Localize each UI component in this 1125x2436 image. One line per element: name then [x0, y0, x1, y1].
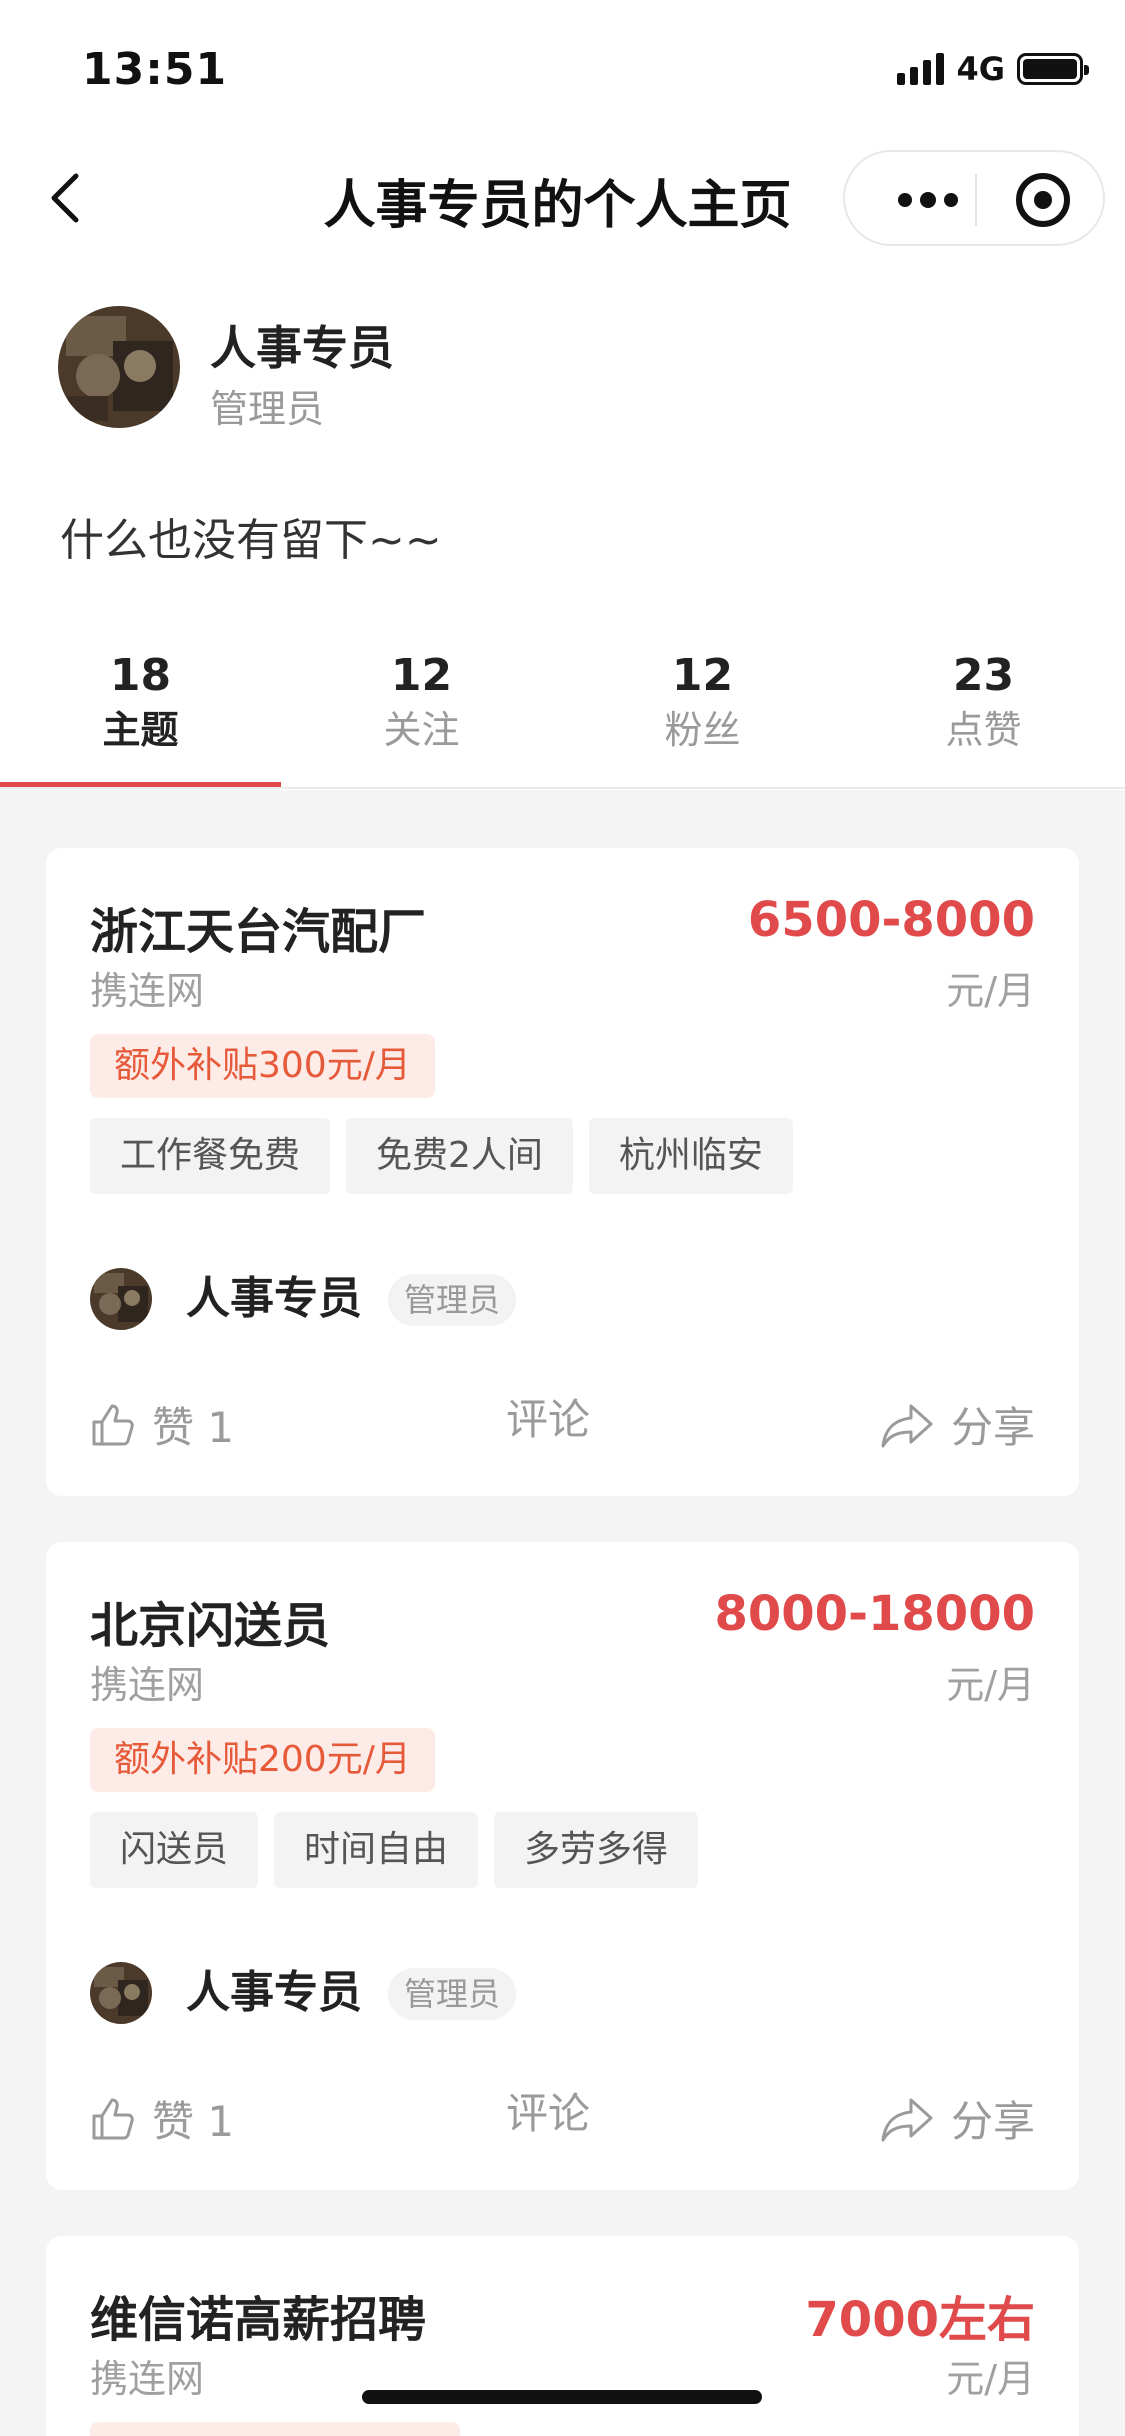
share-button[interactable]: 分享 [879, 2088, 1035, 2149]
status-time: 13:51 [82, 44, 228, 95]
poster-avatar[interactable] [90, 1268, 152, 1330]
job-title: 浙江天台汽配厂 [90, 904, 427, 960]
comment-button[interactable]: 评论 [506, 1394, 590, 1446]
bonus-badge: 额外补贴200元/月 [90, 1728, 435, 1792]
poster-role-badge: 管理员 [388, 1274, 517, 1326]
home-indicator[interactable] [362, 2390, 762, 2404]
user-name: 人事专员 [210, 321, 394, 375]
share-icon [879, 2096, 935, 2142]
share-label: 分享 [950, 2097, 1035, 2146]
target-icon[interactable] [1003, 170, 1083, 230]
job-company: 携连网 [90, 1663, 205, 1707]
more-icon[interactable] [873, 170, 973, 230]
share-icon [879, 1402, 935, 1448]
tab-divider [0, 787, 1125, 789]
job-post-card[interactable]: 北京闪送员 8000-18000 携连网 元/月 额外补贴200元/月 闪送员 … [46, 1542, 1079, 2190]
stat-number: 12 [671, 650, 734, 701]
job-company: 携连网 [90, 969, 205, 1013]
poster-name: 人事专员 [186, 1273, 362, 1324]
job-tag: 杭州临安 [588, 1118, 793, 1194]
job-tags: 工作餐免费 免费2人间 杭州临安 [90, 1118, 793, 1194]
poster-name: 人事专员 [186, 1967, 362, 2018]
status-indicators: 4G [897, 50, 1089, 88]
job-salary: 6500-8000 [747, 892, 1035, 948]
bonus-badge [90, 2422, 460, 2436]
tab-followers[interactable]: 12 粉丝 [562, 650, 843, 758]
salary-unit: 元/月 [946, 1663, 1035, 1707]
job-title: 北京闪送员 [90, 1598, 331, 1654]
job-company: 携连网 [90, 2357, 205, 2401]
bonus-badge: 额外补贴300元/月 [90, 1034, 435, 1098]
stat-number: 18 [109, 650, 172, 701]
stat-number: 23 [952, 650, 1015, 701]
stat-label: 点赞 [945, 708, 1022, 752]
job-tag: 免费2人间 [346, 1118, 573, 1194]
like-label: 赞 1 [152, 2097, 235, 2146]
stat-number: 12 [390, 650, 453, 701]
tab-following[interactable]: 12 关注 [281, 650, 562, 758]
capsule-divider [975, 174, 977, 226]
profile-page: 13:51 4G 人事专员的个人主页 人事专员 管理员 什么也没有留下~~ 18… [0, 0, 1125, 2436]
thumbs-up-icon [90, 2096, 136, 2142]
like-button[interactable]: 赞 1 [90, 1394, 234, 1455]
stat-label: 主题 [102, 708, 179, 752]
battery-icon [1017, 53, 1089, 85]
job-post-card[interactable]: 维信诺高薪招聘 7000左右 携连网 元/月 [46, 2236, 1079, 2436]
job-salary: 7000左右 [805, 2292, 1035, 2348]
like-label: 赞 1 [152, 1403, 235, 1452]
tab-likes[interactable]: 23 点赞 [843, 650, 1124, 758]
stat-label: 关注 [383, 708, 460, 752]
job-title: 维信诺高薪招聘 [90, 2292, 427, 2348]
like-button[interactable]: 赞 1 [90, 2088, 234, 2149]
network-label: 4G [956, 50, 1005, 88]
job-tag: 闪送员 [90, 1812, 259, 1888]
salary-unit: 元/月 [946, 2357, 1035, 2401]
poster-avatar[interactable] [90, 1962, 152, 2024]
job-salary: 8000-18000 [714, 1586, 1035, 1642]
mini-program-capsule [843, 150, 1105, 246]
thumbs-up-icon [90, 1402, 136, 1448]
user-role: 管理员 [210, 387, 325, 431]
user-bio: 什么也没有留下~~ [60, 515, 442, 566]
share-button[interactable]: 分享 [879, 1394, 1035, 1455]
job-tag: 时间自由 [274, 1812, 479, 1888]
stat-label: 粉丝 [664, 708, 741, 752]
job-tag: 工作餐免费 [90, 1118, 331, 1194]
job-tags: 闪送员 时间自由 多劳多得 [90, 1812, 699, 1888]
comment-button[interactable]: 评论 [506, 2088, 590, 2140]
signal-icon [897, 53, 945, 85]
tab-topics[interactable]: 18 主题 [0, 650, 281, 758]
stats-tabs: 18 主题 12 关注 12 粉丝 23 点赞 [0, 650, 1125, 758]
salary-unit: 元/月 [946, 969, 1035, 1013]
share-label: 分享 [950, 1403, 1035, 1452]
poster-role-badge: 管理员 [388, 1968, 517, 2020]
job-post-card[interactable]: 浙江天台汽配厂 6500-8000 携连网 元/月 额外补贴300元/月 工作餐… [46, 848, 1079, 1496]
job-tag: 多劳多得 [494, 1812, 699, 1888]
avatar[interactable] [58, 306, 180, 428]
